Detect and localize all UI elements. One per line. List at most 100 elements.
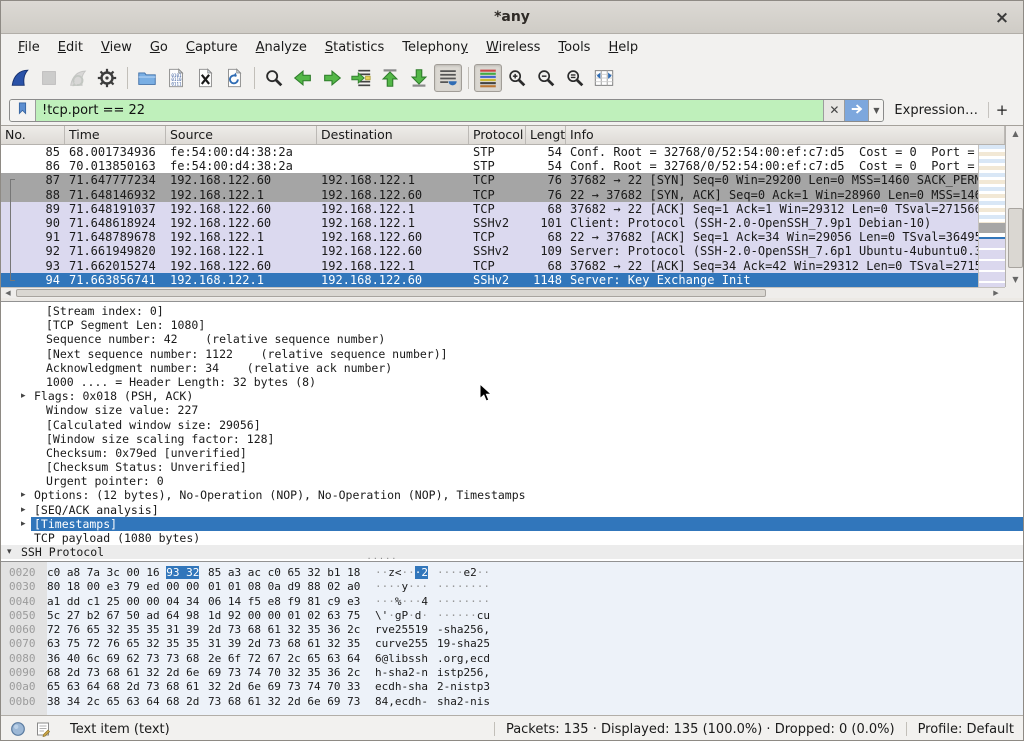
packet-row-87[interactable]: 8771.647777234192.168.122.60192.168.122.… [1, 173, 978, 187]
go-first-button[interactable] [376, 64, 404, 92]
auto-scroll-button[interactable] [434, 64, 462, 92]
expert-info-button[interactable] [10, 721, 26, 737]
detail-item[interactable]: [Checksum Status: Unverified] [1, 460, 1023, 474]
display-filter-input[interactable] [36, 100, 823, 121]
vscroll-thumb[interactable] [1008, 208, 1023, 268]
filter-clear-button[interactable]: ✕ [823, 100, 844, 121]
collapse-icon[interactable]: ▾ [7, 545, 12, 559]
detail-item[interactable]: [Stream index: 0] [1, 304, 1023, 318]
menu-capture[interactable]: Capture [177, 36, 247, 59]
expand-icon[interactable]: ▸ [21, 503, 26, 517]
detail-item[interactable]: TCP payload (1080 bytes) [1, 531, 1023, 545]
capture-options-button[interactable] [93, 64, 121, 92]
hex-row-0090[interactable]: 009068 2d 73 68 61 32 2d 6e69 73 74 70 3… [1, 666, 1023, 680]
capture-comment-button[interactable] [35, 721, 51, 737]
hex-row-0060[interactable]: 006072 76 65 32 35 35 31 392d 73 68 61 3… [1, 623, 1023, 637]
detail-item[interactable]: Urgent pointer: 0 [1, 474, 1023, 488]
detail-item[interactable]: [TCP Segment Len: 1080] [1, 318, 1023, 332]
menu-view[interactable]: View [92, 36, 141, 59]
menu-statistics[interactable]: Statistics [316, 36, 393, 59]
add-filter-button[interactable]: + [989, 101, 1015, 119]
detail-item[interactable]: ▸[SEQ/ACK analysis] [1, 503, 1023, 517]
detail-item[interactable]: 1000 .... = Header Length: 32 bytes (8) [1, 375, 1023, 389]
go-last-button[interactable] [405, 64, 433, 92]
scroll-left-icon[interactable]: ◀ [1, 288, 15, 298]
detail-item[interactable]: ▾SSH Protocol [1, 545, 1023, 559]
go-forward-button[interactable] [318, 64, 346, 92]
column-header-protocol[interactable]: Protocol [469, 126, 526, 144]
expand-icon[interactable]: ▸ [21, 517, 26, 531]
detail-item[interactable]: [Window size scaling factor: 128] [1, 432, 1023, 446]
column-header-destination[interactable]: Destination [317, 126, 469, 144]
scroll-down-icon[interactable]: ▼ [1006, 272, 1024, 287]
hex-row-00a0[interactable]: 00a065 63 64 68 2d 73 68 6132 2d 6e 69 7… [1, 680, 1023, 694]
column-header-no[interactable]: No. [1, 126, 65, 144]
hex-row-00b0[interactable]: 00b038 34 2c 65 63 64 68 2d73 68 61 32 2… [1, 695, 1023, 709]
menu-edit[interactable]: Edit [49, 36, 92, 59]
hex-row-0050[interactable]: 00505c 27 b2 67 50 ad 64 981d 92 00 00 0… [1, 609, 1023, 623]
column-header-time[interactable]: Time [65, 126, 166, 144]
detail-item[interactable]: Window size value: 227 [1, 403, 1023, 417]
hex-row-0040[interactable]: 0040a1 dd c1 25 00 00 04 3406 14 f5 e8 f… [1, 595, 1023, 609]
close-window-button[interactable]: × [991, 7, 1013, 29]
column-header-length[interactable]: Length [526, 126, 566, 144]
pane-splitter-handle[interactable]: ····· [361, 554, 405, 565]
hex-row-0020[interactable]: 0020c0 a8 7a 3c 00 16 93 3285 a3 ac c0 6… [1, 566, 1023, 580]
detail-item[interactable]: Sequence number: 42 (relative sequence n… [1, 332, 1023, 346]
detail-item[interactable]: ▸Flags: 0x018 (PSH, ACK) [1, 389, 1023, 403]
packet-row-88[interactable]: 8871.648146932192.168.122.1192.168.122.6… [1, 188, 978, 202]
filter-apply-button[interactable] [844, 100, 868, 121]
expression-button[interactable]: Expression… [884, 103, 988, 118]
packet-row-89[interactable]: 8971.648191037192.168.122.60192.168.122.… [1, 202, 978, 216]
expand-icon[interactable]: ▸ [21, 488, 26, 502]
hscroll-thumb[interactable] [16, 289, 766, 297]
packet-row-94[interactable]: 9471.663856741192.168.122.1192.168.122.6… [1, 273, 978, 287]
detail-item[interactable]: Acknowledgment number: 34 (relative ack … [1, 361, 1023, 375]
scroll-right-icon[interactable]: ▶ [989, 288, 1003, 298]
hex-row-0080[interactable]: 008036 40 6c 69 62 73 73 682e 6f 72 67 2… [1, 652, 1023, 666]
reload-file-button[interactable] [220, 64, 248, 92]
expand-icon[interactable]: ▸ [21, 389, 26, 403]
scroll-up-icon[interactable]: ▲ [1006, 126, 1024, 141]
start-capture-button[interactable] [6, 64, 34, 92]
packet-row-86[interactable]: 8670.013850163fe:54:00:d4:38:2aSTP54Conf… [1, 159, 978, 173]
find-packet-button[interactable] [260, 64, 288, 92]
zoom-out-button[interactable] [532, 64, 560, 92]
menu-wireless[interactable]: Wireless [477, 36, 549, 59]
detail-item[interactable]: ▸[Timestamps] [1, 517, 1023, 531]
filter-dropdown-button[interactable]: ▼ [868, 100, 883, 121]
status-profile[interactable]: Profile: Default [918, 722, 1014, 737]
close-file-button[interactable] [191, 64, 219, 92]
go-to-packet-button[interactable] [347, 64, 375, 92]
open-file-button[interactable] [133, 64, 161, 92]
zoom-reset-button[interactable] [561, 64, 589, 92]
packet-row-93[interactable]: 9371.662015274192.168.122.60192.168.122.… [1, 259, 978, 273]
packet-row-91[interactable]: 9171.648789678192.168.122.1192.168.122.6… [1, 230, 978, 244]
menu-telephony[interactable]: Telephony [393, 36, 477, 59]
menu-analyze[interactable]: Analyze [247, 36, 316, 59]
resize-columns-button[interactable] [590, 64, 618, 92]
packet-row-92[interactable]: 9271.661949820192.168.122.1192.168.122.6… [1, 244, 978, 258]
detail-item[interactable]: Checksum: 0x79ed [unverified] [1, 446, 1023, 460]
menu-help[interactable]: Help [599, 36, 647, 59]
column-header-source[interactable]: Source [166, 126, 317, 144]
detail-item[interactable]: [Next sequence number: 1122 (relative se… [1, 347, 1023, 361]
go-back-button[interactable] [289, 64, 317, 92]
menu-go[interactable]: Go [141, 36, 177, 59]
hex-row-0070[interactable]: 007063 75 72 76 65 32 35 3531 39 2d 73 6… [1, 637, 1023, 651]
packet-row-85[interactable]: 8568.001734936fe:54:00:d4:38:2aSTP54Conf… [1, 145, 978, 159]
filter-bookmark-button[interactable] [10, 100, 36, 121]
packet-row-90[interactable]: 9071.648618924192.168.122.60192.168.122.… [1, 216, 978, 230]
colorize-button[interactable] [474, 64, 502, 92]
menu-file[interactable]: File [9, 36, 49, 59]
packet-list-hscrollbar[interactable]: ◀ ▶ [1, 287, 1005, 298]
detail-item[interactable]: [Calculated window size: 29056] [1, 418, 1023, 432]
packet-list-minimap[interactable] [978, 145, 1005, 287]
detail-item[interactable]: ▸Options: (12 bytes), No-Operation (NOP)… [1, 488, 1023, 502]
hex-row-0030[interactable]: 003080 18 00 e3 79 ed 00 0001 01 08 0a d… [1, 580, 1023, 594]
zoom-in-button[interactable] [503, 64, 531, 92]
save-file-button[interactable]: 010101100111 [162, 64, 190, 92]
packet-list-vscrollbar[interactable]: ▲ ▼ [1005, 126, 1024, 287]
menu-tools[interactable]: Tools [549, 36, 599, 59]
column-header-info[interactable]: Info [566, 126, 1005, 144]
